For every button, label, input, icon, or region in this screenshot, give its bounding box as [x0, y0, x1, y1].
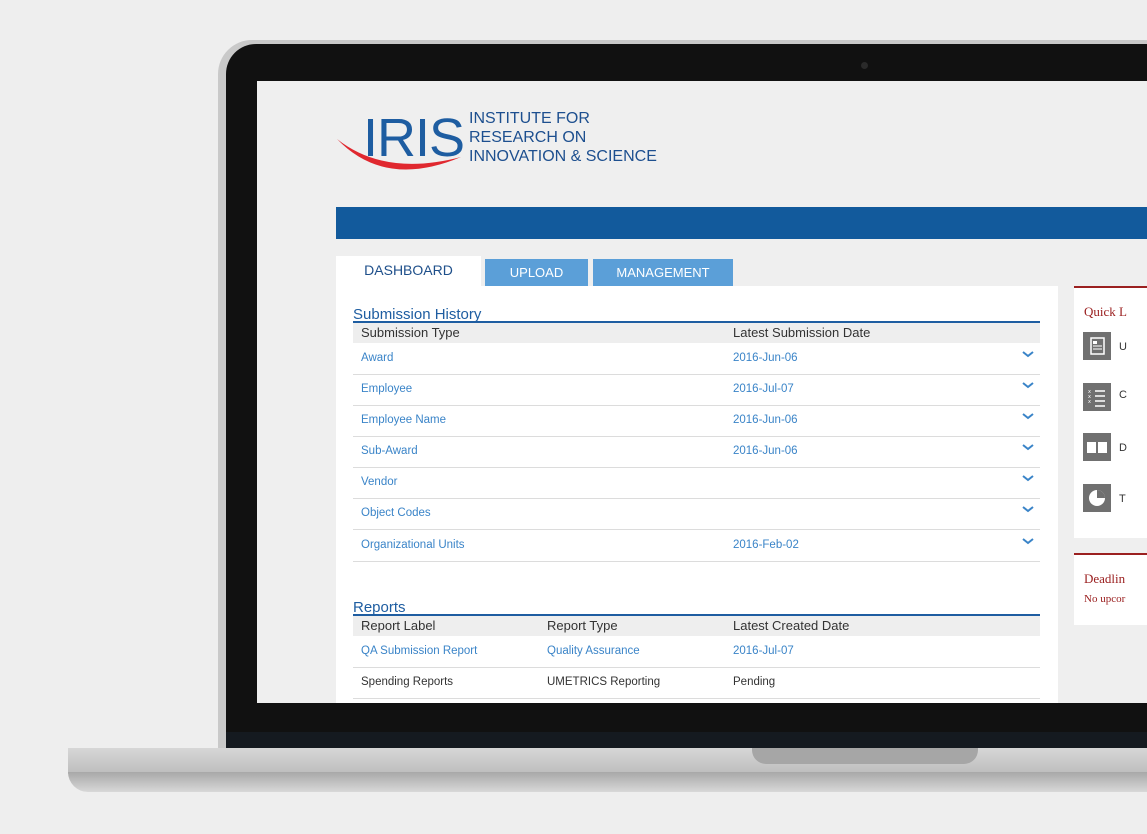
column-header: Submission Type — [361, 325, 460, 340]
deadlines-empty-text: No upcor — [1084, 593, 1126, 605]
report-label: Spending Reports — [361, 676, 454, 688]
tab-dashboard[interactable]: DASHBOARD — [336, 256, 481, 286]
table-row[interactable]: Employee 2016-Jul-07 — [353, 374, 1040, 406]
chevron-down-icon[interactable] — [1022, 442, 1034, 452]
submission-date: 2016-Feb-02 — [733, 539, 799, 551]
submission-type-link[interactable]: Object Codes — [361, 507, 431, 519]
logo-tagline-line: INNOVATION & SCIENCE — [469, 148, 657, 165]
quick-link-label[interactable]: C — [1119, 389, 1127, 401]
chevron-down-icon[interactable] — [1022, 536, 1034, 546]
laptop-notch — [752, 748, 978, 764]
quick-link-label[interactable]: T — [1119, 493, 1126, 505]
submission-type-link[interactable]: Employee Name — [361, 414, 446, 426]
report-type[interactable]: Quality Assurance — [547, 645, 640, 657]
chevron-down-icon[interactable] — [1022, 380, 1034, 390]
submission-type-link[interactable]: Organizational Units — [361, 539, 465, 551]
table-row[interactable]: QA Submission Report Quality Assurance 2… — [353, 636, 1040, 668]
tab-upload[interactable]: UPLOAD — [485, 259, 588, 287]
logo-tagline-line: RESEARCH ON — [469, 129, 587, 146]
column-header: Report Label — [361, 618, 436, 633]
logo-mark: IRIS — [363, 108, 465, 168]
screen: IRIS INSTITUTE FOR RESEARCH ON INNOVATIO… — [257, 81, 1147, 703]
table-row[interactable]: Employee Name 2016-Jun-06 — [353, 405, 1040, 437]
deadlines-card: Deadlin No upcor — [1074, 553, 1147, 625]
logo-tagline: INSTITUTE FOR RESEARCH ON INNOVATION & S… — [469, 109, 657, 166]
chevron-down-icon[interactable] — [1022, 473, 1034, 483]
chevron-down-icon[interactable] — [1022, 504, 1034, 514]
submission-date: 2016-Jun-06 — [733, 352, 798, 364]
nav-bar — [336, 207, 1147, 239]
laptop-base — [68, 748, 1147, 774]
laptop-base-edge — [68, 772, 1147, 792]
submission-history-header: Submission Type Latest Submission Date — [353, 323, 1040, 343]
report-label-link[interactable]: QA Submission Report — [361, 645, 477, 657]
chevron-down-icon[interactable] — [1022, 411, 1034, 421]
table-row[interactable]: Award 2016-Jun-06 — [353, 343, 1040, 375]
deadlines-title: Deadlin — [1084, 571, 1126, 586]
report-date: 2016-Jul-07 — [733, 645, 794, 657]
dashboard-panel: Submission History Submission Type Lates… — [336, 286, 1058, 703]
table-row[interactable]: Vendor — [353, 467, 1040, 499]
table-row[interactable]: Sub-Award 2016-Jun-06 — [353, 436, 1040, 468]
submission-date: 2016-Jul-07 — [733, 383, 794, 395]
table-row[interactable]: Object Codes — [353, 498, 1040, 530]
svg-text:x: x — [1088, 399, 1091, 405]
book-icon[interactable] — [1083, 433, 1111, 461]
submission-date: 2016-Jun-06 — [733, 445, 798, 457]
submission-type-link[interactable]: Sub-Award — [361, 445, 418, 457]
document-icon[interactable] — [1083, 332, 1111, 360]
submission-type-link[interactable]: Vendor — [361, 476, 397, 488]
column-header: Report Type — [547, 618, 618, 633]
iris-logo[interactable]: IRIS INSTITUTE FOR RESEARCH ON INNOVATIO… — [335, 103, 660, 173]
tab-management[interactable]: MANAGEMENT — [593, 259, 733, 287]
chevron-down-icon[interactable] — [1022, 349, 1034, 359]
report-date: Pending — [733, 676, 776, 688]
camera-icon — [861, 62, 868, 69]
reports-header: Report Label Report Type Latest Created … — [353, 616, 1040, 636]
logo-tagline-line: INSTITUTE FOR — [469, 110, 590, 127]
quick-link-label[interactable]: D — [1119, 442, 1127, 454]
column-header: Latest Created Date — [733, 618, 850, 633]
submission-type-link[interactable]: Award — [361, 352, 393, 364]
submission-type-link[interactable]: Employee — [361, 383, 412, 395]
pie-chart-icon[interactable] — [1083, 484, 1111, 512]
table-row[interactable]: Organizational Units 2016-Feb-02 — [353, 530, 1040, 562]
report-type: UMETRICS Reporting — [547, 676, 661, 688]
quick-link-label[interactable]: U — [1119, 341, 1127, 353]
table-row: Spending Reports UMETRICS Reporting Pend… — [353, 667, 1040, 699]
quick-links-title: Quick L — [1084, 304, 1127, 319]
column-header: Latest Submission Date — [733, 325, 871, 340]
submission-date: 2016-Jun-06 — [733, 414, 798, 426]
checklist-icon[interactable]: xxx — [1083, 383, 1111, 411]
quick-links-card: Quick L U xxx C D T — [1074, 286, 1147, 538]
